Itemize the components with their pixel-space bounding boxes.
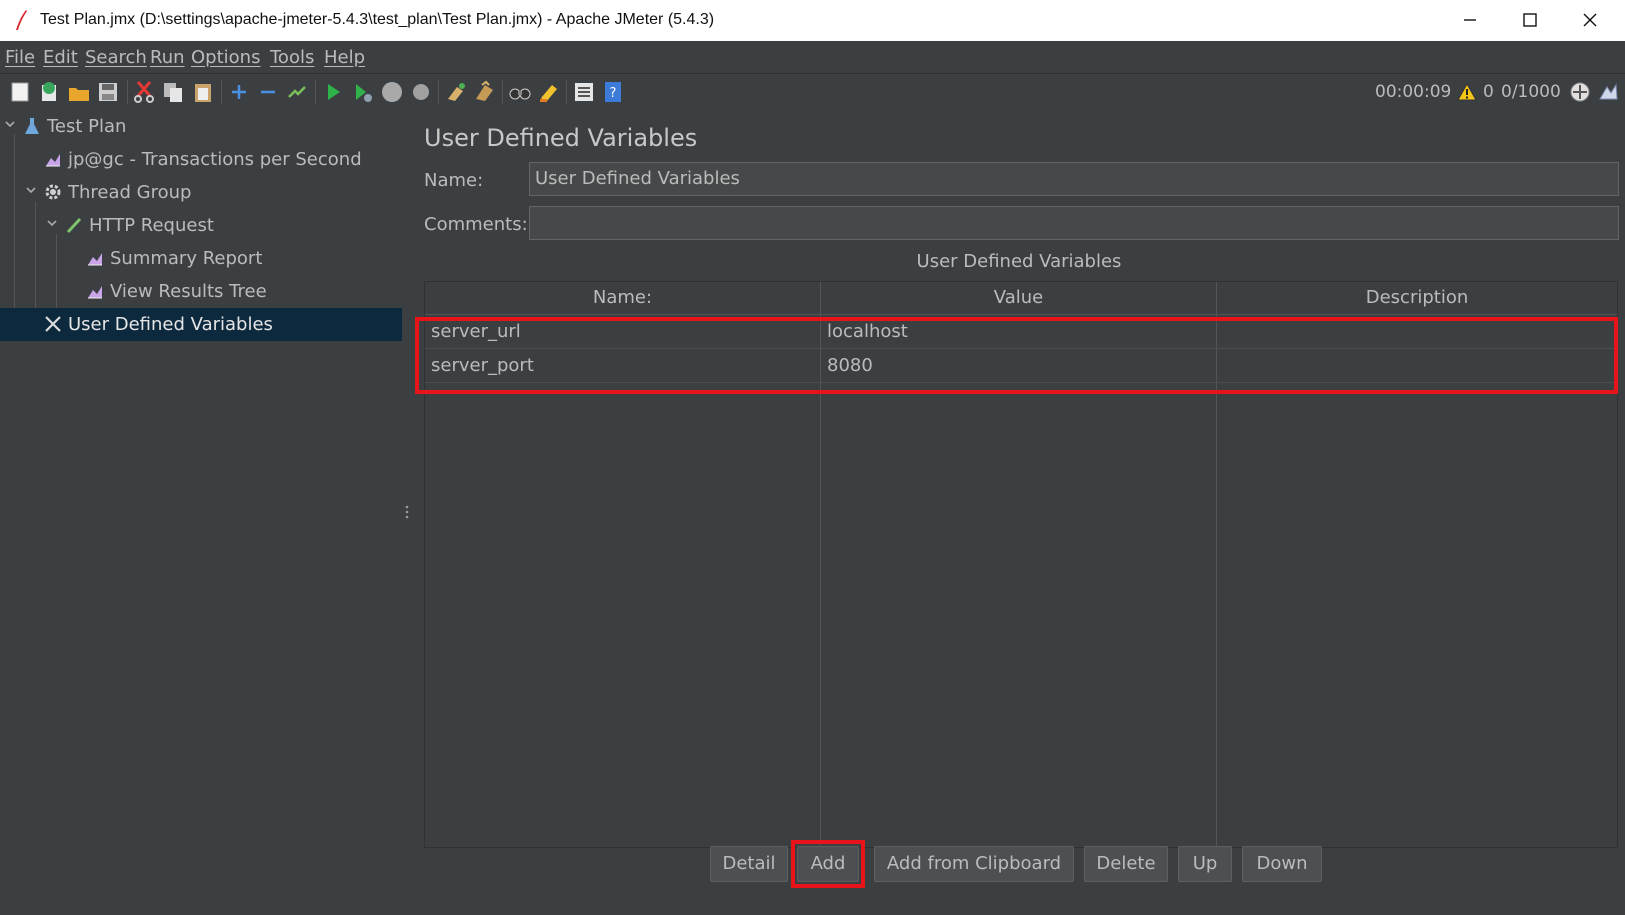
toggle-icon[interactable] — [284, 79, 310, 105]
pen-icon — [66, 217, 82, 234]
start-icon[interactable] — [320, 79, 346, 105]
title-bar: Test Plan.jmx (D:\settings\apache-jmeter… — [0, 0, 1625, 42]
stop-icon[interactable] — [379, 79, 405, 105]
tree-item-label: User Defined Variables — [68, 314, 273, 335]
remote-start-icon[interactable] — [1569, 81, 1591, 103]
highlight-box-add — [791, 840, 865, 888]
graph-icon — [88, 253, 102, 266]
tree-item-label: HTTP Request — [89, 215, 214, 236]
toolbar-separator — [127, 80, 128, 104]
new-icon[interactable] — [7, 79, 33, 105]
tree-item-http-request[interactable]: HTTP Request — [0, 209, 402, 242]
toolbar-separator — [315, 80, 316, 104]
save-icon[interactable] — [95, 79, 121, 105]
tree-item-label: Test Plan — [47, 116, 127, 137]
menu-bar: File Edit Search Run Options Tools Help — [0, 41, 1625, 74]
toolbar-separator — [566, 80, 567, 104]
tree-item-user-defined-variables[interactable]: User Defined Variables — [0, 308, 402, 341]
toolbar-separator — [438, 80, 439, 104]
menu-search[interactable]: Search — [85, 47, 147, 68]
collapse-icon[interactable] — [255, 79, 281, 105]
element-panel: User Defined Variables Name: User Define… — [413, 110, 1625, 915]
svg-text:?: ? — [610, 86, 617, 101]
up-button[interactable]: Up — [1178, 846, 1232, 882]
templates-icon[interactable] — [36, 79, 62, 105]
menu-help[interactable]: Help — [324, 47, 365, 68]
test-plan-tree: Test Plan jp@gc - Transactions per Secon… — [0, 110, 403, 915]
split-pane-divider[interactable] — [402, 110, 413, 915]
elapsed-time: 00:00:09 — [1375, 82, 1452, 102]
maximize-icon — [1523, 13, 1537, 27]
tree-item-label: jp@gc - Transactions per Second — [68, 149, 362, 170]
warning-count: 0 — [1483, 82, 1494, 102]
name-field[interactable]: User Defined Variables — [529, 162, 1619, 196]
expand-icon[interactable] — [226, 79, 252, 105]
tree-item-label: Summary Report — [110, 248, 263, 269]
tree-item-summary-report[interactable]: Summary Report — [0, 242, 402, 275]
warning-icon[interactable] — [1457, 83, 1477, 101]
graph-icon — [46, 154, 60, 167]
help-icon[interactable]: ? — [600, 79, 626, 105]
maximize-button[interactable] — [1500, 0, 1562, 41]
open-icon[interactable] — [66, 79, 92, 105]
clear-all-icon[interactable] — [472, 79, 498, 105]
name-label: Name: — [424, 170, 484, 191]
column-header-description[interactable]: Description — [1217, 282, 1617, 314]
shutdown-icon[interactable] — [408, 79, 434, 105]
panel-title: User Defined Variables — [424, 124, 698, 152]
thread-count: 0/1000 — [1501, 82, 1561, 102]
window-title: Test Plan.jmx (D:\settings\apache-jmeter… — [40, 11, 715, 28]
highlight-box-rows — [415, 317, 1618, 394]
tree-item-label: Thread Group — [68, 182, 192, 203]
tree-item-transactions-per-second[interactable]: jp@gc - Transactions per Second — [0, 143, 402, 176]
menu-run[interactable]: Run — [150, 47, 185, 68]
start-no-pause-icon[interactable] — [349, 79, 375, 105]
wrench-icon — [45, 316, 61, 332]
minimize-icon — [1464, 19, 1476, 21]
log-viewer-icon[interactable] — [1597, 81, 1619, 103]
drag-handle-icon[interactable] — [405, 505, 409, 519]
tree-item-thread-group[interactable]: Thread Group — [0, 176, 402, 209]
paste-icon[interactable] — [190, 79, 216, 105]
toolbar: ? 00:00:09 0 0/1000 — [0, 74, 1625, 110]
menu-edit[interactable]: Edit — [43, 47, 78, 68]
menu-options[interactable]: Options — [191, 47, 260, 68]
clear-icon[interactable] — [443, 79, 469, 105]
graph-icon — [88, 286, 102, 299]
toolbar-separator — [221, 80, 222, 104]
chevron-down-icon[interactable] — [3, 117, 17, 131]
comments-label: Comments: — [424, 214, 528, 235]
tree-item-label: View Results Tree — [110, 281, 267, 302]
comments-field[interactable] — [529, 206, 1619, 240]
function-helper-icon[interactable] — [571, 79, 597, 105]
column-header-name[interactable]: Name: — [425, 282, 820, 314]
table-caption: User Defined Variables — [916, 251, 1122, 272]
toolbar-separator — [502, 80, 503, 104]
add-from-clipboard-button[interactable]: Add from Clipboard — [874, 846, 1074, 882]
cut-icon[interactable] — [131, 79, 157, 105]
reset-search-icon[interactable] — [536, 79, 562, 105]
tree-item-test-plan[interactable]: Test Plan — [0, 110, 402, 143]
column-header-value[interactable]: Value — [821, 282, 1216, 314]
delete-button[interactable]: Delete — [1084, 846, 1168, 882]
gear-icon — [45, 184, 61, 200]
search-icon[interactable] — [507, 79, 533, 105]
table-header: Name: Value Description — [425, 282, 1617, 315]
copy-icon[interactable] — [160, 79, 186, 105]
detail-button[interactable]: Detail — [710, 846, 788, 882]
chevron-down-icon[interactable] — [24, 183, 38, 197]
menu-file[interactable]: File — [5, 47, 35, 68]
menu-tools[interactable]: Tools — [270, 47, 314, 68]
tree-item-view-results-tree[interactable]: View Results Tree — [0, 275, 402, 308]
flask-icon — [25, 118, 39, 134]
minimize-button[interactable] — [1440, 0, 1502, 41]
close-button[interactable] — [1560, 0, 1622, 41]
close-icon — [1583, 13, 1597, 27]
feather-icon — [16, 10, 27, 30]
chevron-down-icon[interactable] — [45, 216, 59, 230]
down-button[interactable]: Down — [1242, 846, 1322, 882]
